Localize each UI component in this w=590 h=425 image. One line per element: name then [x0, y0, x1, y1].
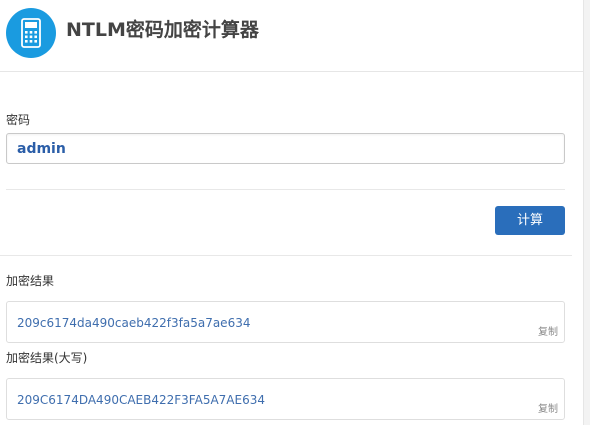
page-title: NTLM密码加密计算器 — [66, 19, 259, 41]
password-input[interactable] — [6, 133, 565, 164]
password-label: 密码 — [6, 113, 31, 127]
result-label: 加密结果 — [6, 274, 55, 288]
calculate-button[interactable]: 计算 — [495, 206, 565, 235]
divider — [0, 255, 572, 256]
scrollbar-track[interactable] — [583, 0, 590, 425]
result-uppercase-box: 209C6174DA490CAEB422F3FA5A7AE634 复制 — [6, 378, 565, 420]
result-uppercase-label: 加密结果(大写) — [6, 351, 88, 365]
calculator-icon — [6, 8, 56, 58]
result-box: 209c6174da490caeb422f3fa5a7ae634 复制 — [6, 301, 565, 343]
result-value[interactable]: 209c6174da490caeb422f3fa5a7ae634 — [17, 315, 250, 331]
divider — [6, 189, 565, 190]
copy-uppercase-button[interactable]: 复制 — [538, 403, 558, 416]
result-uppercase-value[interactable]: 209C6174DA490CAEB422F3FA5A7AE634 — [17, 392, 265, 408]
copy-button[interactable]: 复制 — [538, 326, 558, 339]
page-header: NTLM密码加密计算器 — [0, 0, 583, 72]
